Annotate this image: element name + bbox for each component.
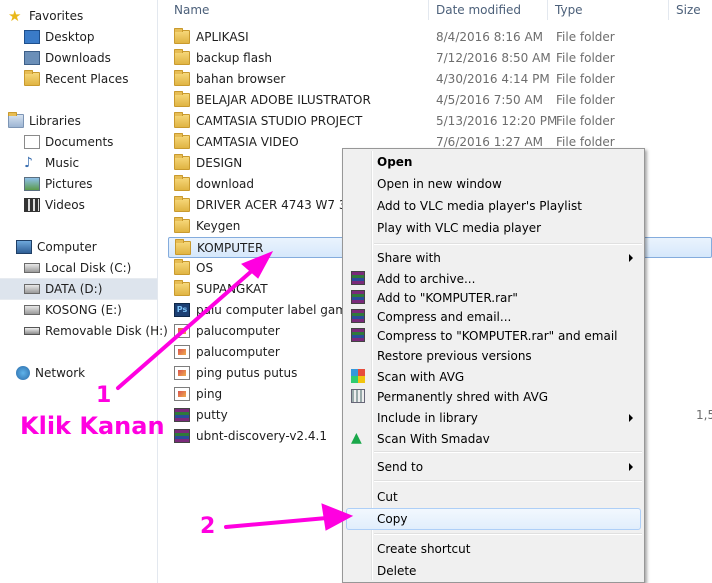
annotation-arrows — [116, 251, 354, 531]
step-1-label: Klik Kanan — [20, 412, 165, 440]
arrow-1-shaft — [116, 260, 264, 390]
step-2-number: 2 — [200, 514, 216, 539]
arrow-2-head — [321, 503, 354, 531]
step-1-number: 1 — [96, 383, 112, 408]
arrow-2-shaft — [224, 515, 340, 529]
